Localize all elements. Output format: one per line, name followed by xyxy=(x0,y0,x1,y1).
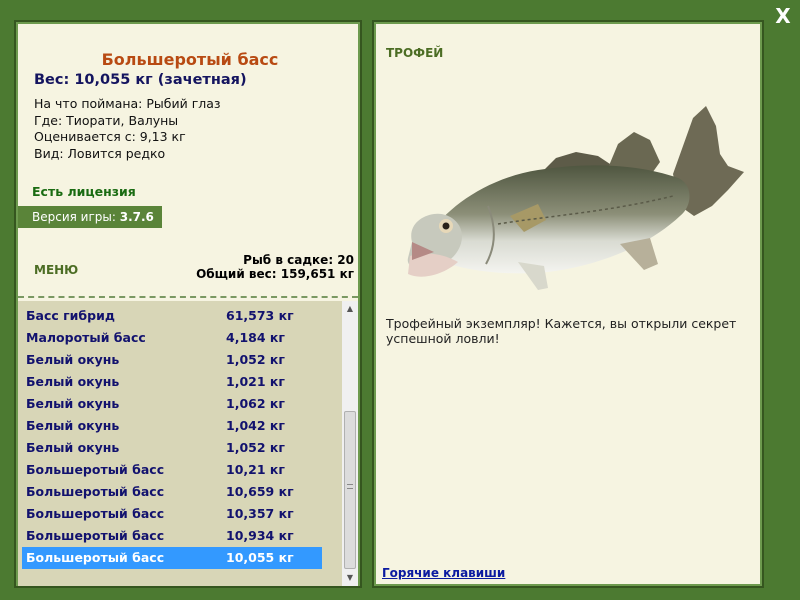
location-text: Где: Тиорати, Валуны xyxy=(34,112,179,128)
grip-icon xyxy=(347,484,353,489)
catch-fish-weight: 10,055 кг xyxy=(226,550,294,565)
cage-count: Рыб в садке: 20 xyxy=(243,253,354,267)
catch-fish-weight: 10,659 кг xyxy=(226,484,294,499)
catch-fish-name: Большеротый басс xyxy=(26,484,165,499)
catch-fish-weight: 1,052 кг xyxy=(226,440,285,455)
catch-list-item[interactable]: Белый окунь 1,042 кг xyxy=(22,415,322,437)
catch-fish-weight: 10,21 кг xyxy=(226,462,285,477)
fish-title: Большеротый басс xyxy=(101,50,279,69)
fish-weight: Вес: 10,055 кг (зачетная) xyxy=(34,72,247,88)
trophy-label: ТРОФЕЙ xyxy=(386,46,444,60)
trophy-description: Трофейный экземпляр! Кажется, вы открыли… xyxy=(386,316,737,346)
fish-details: На что поймана: Рыбий глаз Где: Тиорати,… xyxy=(34,96,221,162)
catch-list[interactable]: Басс гибрид 61,573 кг Малоротый басс 4,184 … xyxy=(18,301,342,586)
catch-fish-name: Белый окунь xyxy=(26,352,120,367)
caught-on-text: На что поймана: Рыбий глаз xyxy=(34,96,221,111)
scrollbar-thumb[interactable] xyxy=(344,411,356,569)
fish-info-panel: Большеротый басс Вес: 10,055 кг (зачетна… xyxy=(14,20,362,588)
catch-list-item[interactable]: Белый окунь 1,021 кг xyxy=(22,371,322,393)
catch-fish-weight: 4,184 кг xyxy=(226,330,285,345)
catch-fish-name: Большеротый басс xyxy=(26,528,165,543)
catch-fish-weight: 10,934 кг xyxy=(226,528,294,543)
cage-summary: Рыб в садке: 20 Общий вес: 159,651 кг xyxy=(196,253,354,281)
catch-list-item[interactable]: Большеротый басс 10,21 кг xyxy=(22,459,322,481)
catch-list-item[interactable]: Большеротый басс 10,659 кг xyxy=(22,481,322,503)
catch-list-item[interactable]: Белый окунь 1,052 кг xyxy=(22,437,322,459)
catch-list-item[interactable]: Басс гибрид 61,573 кг xyxy=(22,305,322,327)
catch-list-item[interactable]: Большеротый басс 10,357 кг xyxy=(22,503,322,525)
catch-fish-name: Большеротый басс xyxy=(26,506,165,521)
trophy-panel: ТРОФЕЙ Трофейный экземпляр! Кажется, вы … xyxy=(372,20,764,588)
catch-fish-name: Малоротый басс xyxy=(26,330,146,345)
license-status: Есть лицензия xyxy=(32,184,136,199)
catch-fish-weight: 1,042 кг xyxy=(226,418,285,433)
catch-fish-name: Белый окунь xyxy=(26,374,120,389)
close-icon[interactable]: X xyxy=(772,5,794,27)
catch-fish-name: Басс гибрид xyxy=(26,308,115,323)
catch-fish-name: Большеротый басс xyxy=(26,550,165,565)
catch-fish-weight: 10,357 кг xyxy=(226,506,294,521)
chevron-down-icon[interactable]: ▼ xyxy=(342,570,358,586)
valued-from-text: Оценивается с: 9,13 кг xyxy=(34,129,186,144)
catch-fish-name: Большеротый басс xyxy=(26,462,165,477)
catch-fish-weight: 1,021 кг xyxy=(226,374,285,389)
divider xyxy=(18,296,358,298)
largemouth-bass-image xyxy=(407,106,744,290)
catch-list-item[interactable]: Большеротый басс 10,934 кг xyxy=(22,525,322,547)
catch-fish-name: Белый окунь xyxy=(26,396,120,411)
catch-fish-weight: 61,573 кг xyxy=(226,308,294,323)
hotkeys-link[interactable]: Горячие клавиши xyxy=(382,566,505,580)
catch-fish-name: Белый окунь xyxy=(26,418,120,433)
list-scrollbar[interactable]: ▲ ▼ xyxy=(342,301,358,586)
catch-list-item[interactable]: Белый окунь 1,062 кг xyxy=(22,393,322,415)
catch-fish-weight: 1,052 кг xyxy=(226,352,285,367)
catch-list-item[interactable]: Большеротый басс 10,055 кг xyxy=(22,547,322,569)
cage-total-weight: Общий вес: 159,651 кг xyxy=(196,267,354,281)
catch-fish-weight: 1,062 кг xyxy=(226,396,285,411)
version-label: Версия игры: xyxy=(32,210,116,224)
catch-list-item[interactable]: Малоротый басс 4,184 кг xyxy=(22,327,322,349)
version-value: 3.7.6 xyxy=(119,210,154,224)
menu-button[interactable]: МЕНЮ xyxy=(34,263,78,277)
catch-fish-name: Белый окунь xyxy=(26,440,120,455)
chevron-up-icon[interactable]: ▲ xyxy=(342,301,358,317)
kind-text: Вид: Ловится редко xyxy=(34,145,166,161)
catch-list-item[interactable]: Белый окунь 1,052 кг xyxy=(22,349,322,371)
version-badge: Версия игры: 3.7.6 xyxy=(18,206,162,228)
